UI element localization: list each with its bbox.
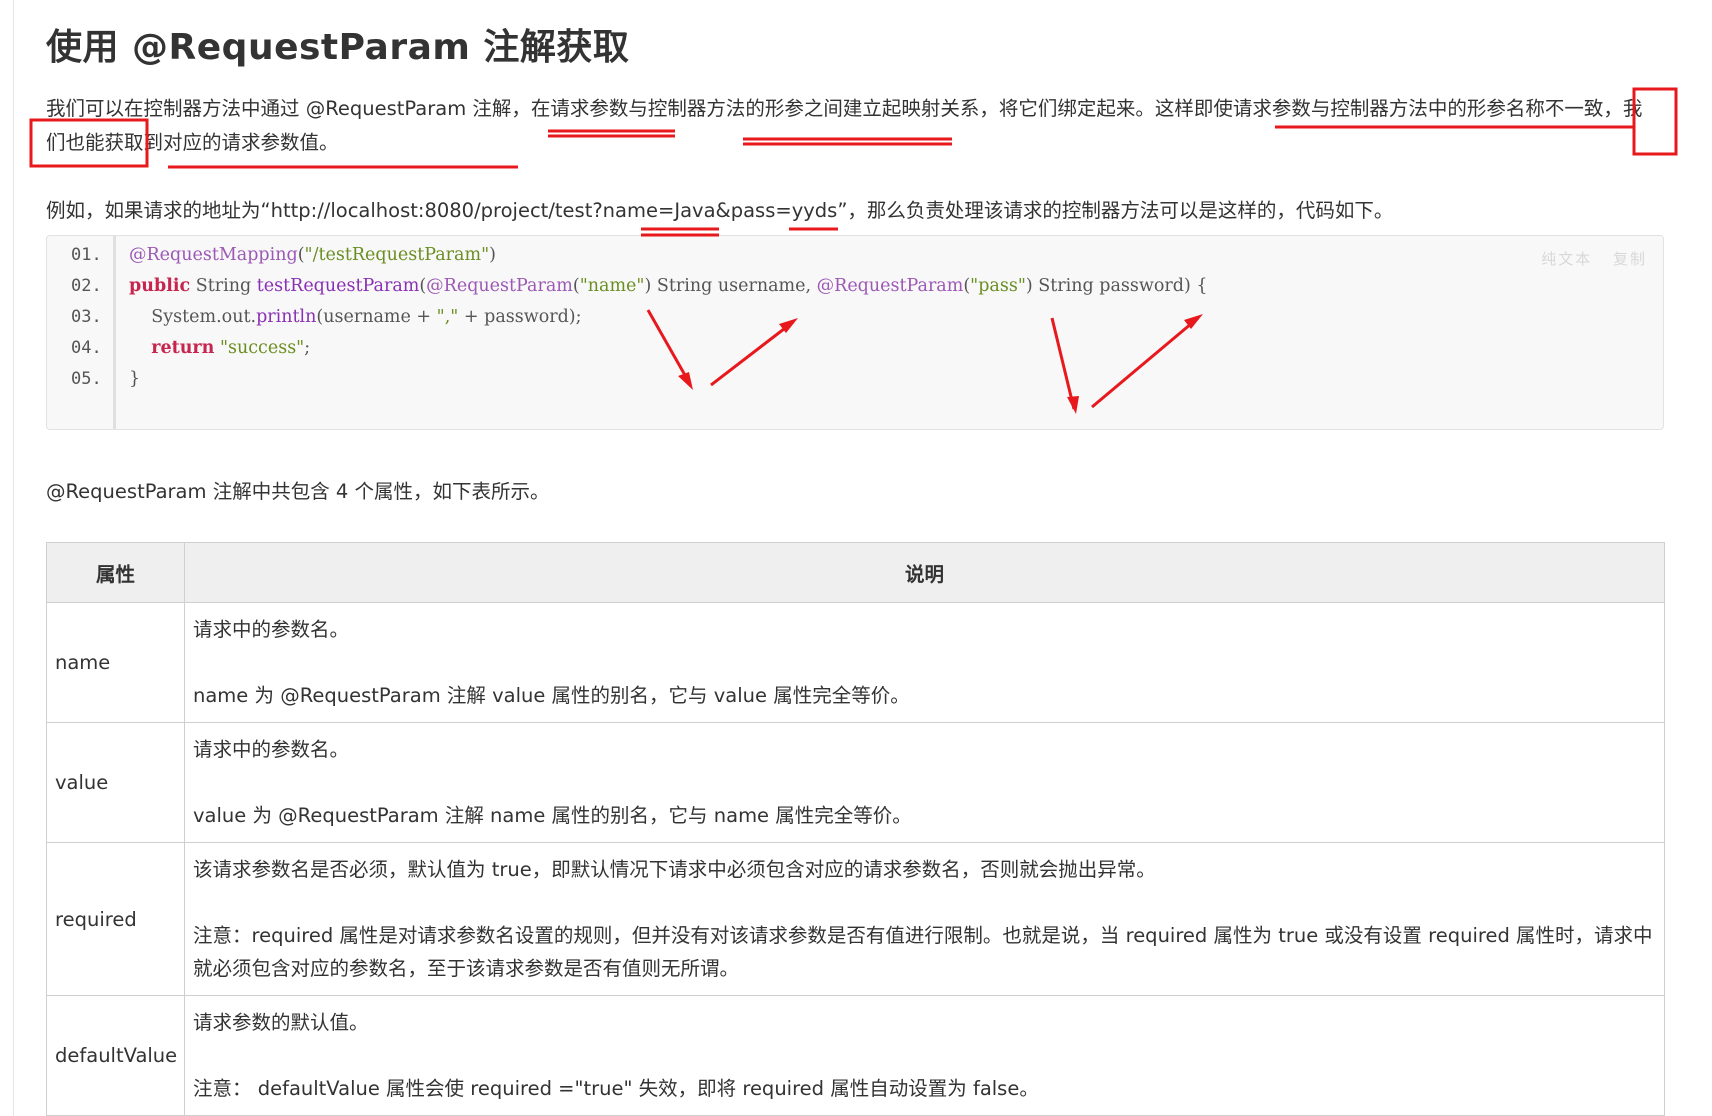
code-line: return "success"; xyxy=(151,338,311,358)
header-description: 说明 xyxy=(184,542,1665,603)
attribute-description: 请求中的参数名。 name 为 @RequestParam 注解 value 属… xyxy=(184,602,1665,723)
line-number: 02. xyxy=(71,276,102,296)
description-line: 请求中的参数名。 xyxy=(193,738,350,761)
table-row: name 请求中的参数名。 name 为 @RequestParam 注解 va… xyxy=(46,602,1665,723)
example-paragraph: 例如，如果请求的地址为“http://localhost:8080/projec… xyxy=(46,199,1394,222)
intro-paragraph: 我们可以在控制器方法中通过 @RequestParam 注解，在请求参数与控制器… xyxy=(46,97,1643,154)
description-line: 请求参数的默认值。 xyxy=(193,1011,369,1034)
attribute-name: value xyxy=(46,722,185,843)
description-line: 注意： defaultValue 属性会使 required ="true" 失… xyxy=(193,1077,1039,1100)
copy-button[interactable]: 复制 xyxy=(1613,250,1647,268)
attribute-description: 该请求参数名是否必须，默认值为 true，即默认情况下请求中必须包含对应的请求参… xyxy=(184,842,1665,996)
line-number: 03. xyxy=(71,307,102,327)
description-line: value 为 @RequestParam 注解 name 属性的别名，它与 n… xyxy=(193,804,912,827)
plain-text-button[interactable]: 纯文本 xyxy=(1541,250,1592,268)
table-row: defaultValue 请求参数的默认值。 注意： defaultValue … xyxy=(46,995,1665,1116)
attributes-table: 属性 说明 name 请求中的参数名。 name 为 @RequestParam… xyxy=(46,542,1665,1116)
code-block: 01. 02. 03. 04. 05. @RequestMapping("/te… xyxy=(46,235,1664,430)
code-line: System.out.println(username + "," + pass… xyxy=(129,307,582,327)
attribute-name: required xyxy=(46,842,185,996)
line-number: 04. xyxy=(71,338,102,358)
code-line: @RequestMapping("/testRequestParam") xyxy=(129,245,496,265)
line-number: 01. xyxy=(71,245,102,265)
header-attribute: 属性 xyxy=(46,542,185,603)
table-header-row: 属性 说明 xyxy=(46,542,1665,603)
table-intro: @RequestParam 注解中共包含 4 个属性，如下表所示。 xyxy=(46,480,550,503)
attribute-description: 请求中的参数名。 value 为 @RequestParam 注解 name 属… xyxy=(184,722,1665,843)
code-line: } xyxy=(129,369,141,389)
description-line: 请求中的参数名。 xyxy=(193,618,350,641)
description-line: name 为 @RequestParam 注解 value 属性的别名，它与 v… xyxy=(193,684,910,707)
description-line: 注意：required 属性是对请求参数名设置的规则，但并没有对该请求参数是否有… xyxy=(193,924,1653,980)
attribute-name: defaultValue xyxy=(46,995,185,1116)
line-number-gutter: 01. 02. 03. 04. 05. xyxy=(47,236,116,429)
attribute-name: name xyxy=(46,602,185,723)
attribute-description: 请求参数的默认值。 注意： defaultValue 属性会使 required… xyxy=(184,995,1665,1116)
description-line: 该请求参数名是否必须，默认值为 true，即默认情况下请求中必须包含对应的请求参… xyxy=(193,858,1156,881)
page-left-border xyxy=(13,0,14,1116)
section-heading: 使用 @RequestParam 注解获取 xyxy=(46,27,630,68)
code-toolbar: 纯文本 复制 xyxy=(1527,248,1647,269)
table-row: value 请求中的参数名。 value 为 @RequestParam 注解 … xyxy=(46,722,1665,843)
table-row: required 该请求参数名是否必须，默认值为 true，即默认情况下请求中必… xyxy=(46,842,1665,996)
line-number: 05. xyxy=(71,369,102,389)
code-line: public String testRequestParam(@RequestP… xyxy=(129,276,1208,296)
